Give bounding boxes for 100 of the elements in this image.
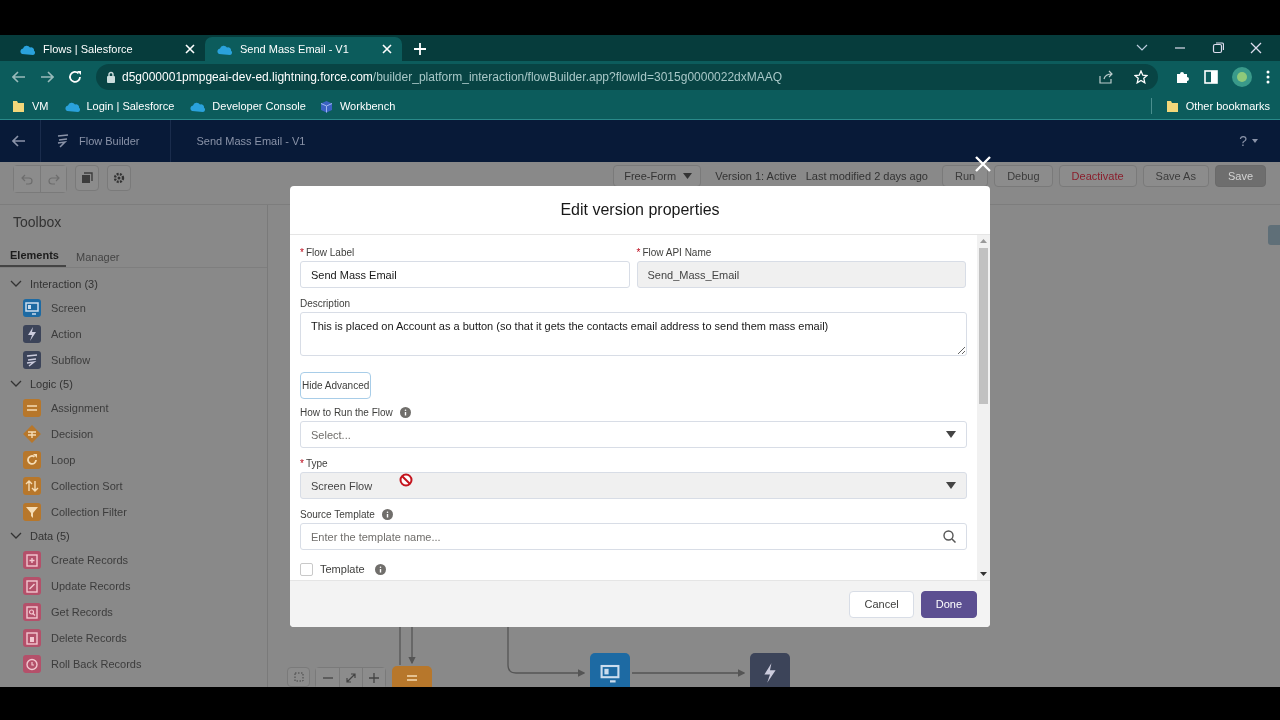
caret-down-icon [980,572,987,576]
cloud-icon [18,43,35,55]
screen-node[interactable] [590,653,630,687]
not-allowed-cursor-icon [399,473,413,487]
section-header[interactable]: Interaction (3) [0,273,267,295]
caret-down-icon [1252,139,1258,143]
caret-down-icon [946,482,956,489]
field-label: Template [320,563,365,575]
forward-arrow-icon[interactable] [40,71,54,83]
bookmark[interactable]: Login | Salesforce [62,100,175,112]
lock-icon [106,71,116,83]
checkbox[interactable] [300,562,313,576]
search-field[interactable]: Enter the template name... [300,523,967,550]
toolbar-button[interactable]: Run [941,165,989,187]
scrollbar[interactable] [977,235,990,580]
undo-icon [21,173,33,185]
toolbox-item[interactable]: Subflow [0,347,267,373]
shrink-icon [346,673,356,683]
reload-icon[interactable] [68,70,82,84]
browser-tab[interactable]: Send Mass Email - V1 [205,37,402,61]
flow-name: Send Mass Email - V1 [196,135,306,147]
flow-icon [57,134,69,148]
bookmark[interactable]: Workbench [319,99,396,113]
search-icon [943,530,956,543]
cube-icon [319,99,333,113]
folder-icon [1165,99,1179,113]
folder-icon [12,99,25,113]
field-label: How to Run the Flow [300,406,393,418]
info-icon [381,508,393,520]
toolbox-item[interactable]: Collection Filter [0,499,267,525]
help-button[interactable]: ? [1239,133,1258,149]
bookmark[interactable]: VM [12,99,49,113]
cloud-icon [215,43,232,55]
bookmark[interactable]: Other bookmarks [1165,99,1270,113]
toolbox-item[interactable]: Assignment [0,395,267,421]
share-icon[interactable] [1098,70,1114,84]
app-name: Flow Builder [79,135,140,147]
maximize-icon[interactable] [1212,42,1224,54]
section-header[interactable]: Data (5) [0,525,267,547]
version-status: Version 1: Active Last modified 2 days ago [715,170,928,182]
settings-icon [113,172,125,184]
action-node[interactable] [750,653,790,687]
redo-icon [47,173,60,185]
canvas-mode-dropdown[interactable]: Free-Form [613,165,702,187]
panel-tab[interactable]: Manager [66,251,131,267]
text-field[interactable]: Send Mass Email [300,261,630,288]
field-label: * Flow Label [300,246,355,258]
plus-icon [369,673,379,683]
toolbox-item[interactable]: Get Records [0,599,267,625]
toolbox-item[interactable]: Decision [0,421,267,447]
star-icon[interactable] [1134,70,1148,84]
info-icon [374,563,386,575]
scrollbar-thumb[interactable] [979,248,988,404]
dropdown-field[interactable]: Select... [300,421,967,448]
panel-tab[interactable]: Elements [0,249,66,267]
zoom-in-button[interactable] [362,668,385,687]
bookmark[interactable]: Developer Console [188,100,306,112]
settings-button[interactable] [107,165,131,191]
caret-down-icon [683,173,693,179]
side-panel-icon[interactable] [1204,70,1218,84]
dialog-title: Edit version properties [290,186,990,235]
browser-tab[interactable]: Flows | Salesforce [8,37,205,61]
toolbox-item[interactable]: Roll Back Records [0,651,267,677]
panel-title: Toolbox [12,213,63,232]
caret-down-icon [946,431,956,438]
back-arrow-icon[interactable] [12,135,26,147]
field-label: Source Template [300,508,375,520]
done-button[interactable]: Done [920,590,977,618]
caret-up-icon [980,239,987,243]
avatar-icon[interactable] [1232,67,1252,87]
field-label: Description [300,297,351,309]
field-label: * Type [300,457,328,469]
hide-advanced-button[interactable]: Hide Advanced [300,372,372,399]
toolbar-button[interactable]: Debug [994,165,1053,187]
puzzle-icon[interactable] [1176,70,1190,84]
toolbar-button[interactable]: Deactivate [1058,165,1137,187]
toolbar-button[interactable]: Save As [1142,165,1209,187]
toolbox-item[interactable]: Create Records [0,547,267,573]
description-field[interactable]: This is placed on Account as a button (so that it gets the contacts email address to send them mass email) [300,312,967,356]
toolbox-item[interactable]: Update Records [0,573,267,599]
toolbox-item[interactable]: Action [0,321,267,347]
new-tab-icon[interactable] [414,43,426,55]
chevron-down-icon[interactable] [1136,44,1148,52]
panel-toggle[interactable] [1268,225,1280,245]
close-icon[interactable] [1250,42,1262,54]
copy-icon [81,172,93,184]
copy-button[interactable] [75,165,99,191]
toolbox-item[interactable]: Delete Records [0,625,267,651]
back-arrow-icon[interactable] [12,71,26,83]
field-label: * Flow API Name [636,246,712,258]
toolbox-item[interactable]: Collection Sort [0,473,267,499]
cancel-button[interactable]: Cancel [849,590,914,618]
selection-icon [293,672,304,682]
cloud-icon [188,100,206,112]
section-header[interactable]: Logic (5) [0,373,267,395]
address-bar[interactable]: d5g000001pmpgeai-dev-ed.lightning.force.com/builder_platform_interaction/flowBuilder.app?flowId=3015g0000022dxMAAQ [96,64,1158,90]
info-icon [399,406,411,418]
toolbox-item[interactable]: Loop [0,447,267,473]
menu-icon[interactable] [1266,70,1270,84]
toolbox-item[interactable]: Screen [0,295,267,321]
